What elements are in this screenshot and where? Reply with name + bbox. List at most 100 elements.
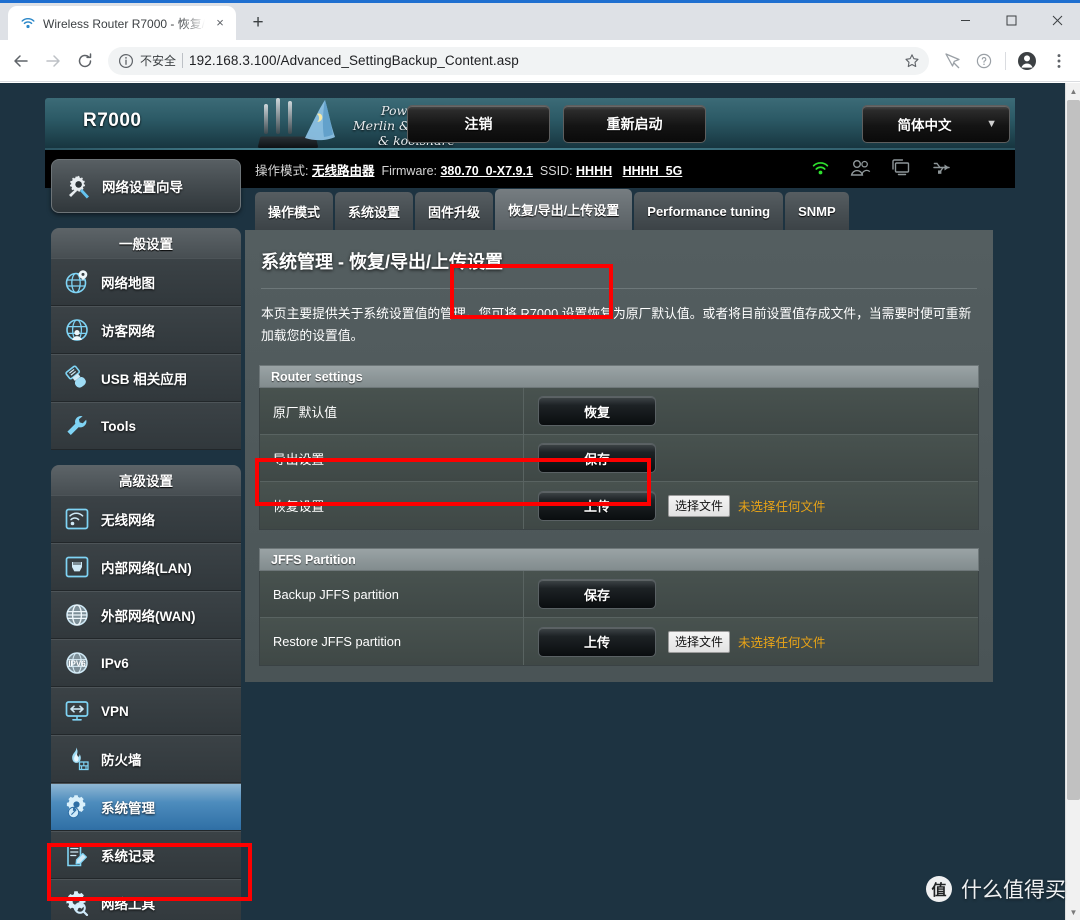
users-icon[interactable] xyxy=(850,159,871,176)
ssid-5g[interactable]: HHHH_5G xyxy=(623,164,683,178)
usb-icon[interactable] xyxy=(931,159,953,176)
scroll-down-icon[interactable]: ▼ xyxy=(1066,904,1080,920)
status-text: 操作模式: 无线路由器 Firmware: 380.70_0-X7.9.1 SS… xyxy=(255,160,682,179)
network-tools-icon xyxy=(66,891,89,916)
sidebar-item-wireless[interactable]: 无线网络 xyxy=(51,495,241,543)
tab-restore-save-upload[interactable]: 恢复/导出/上传设置 xyxy=(495,189,633,230)
help-icon[interactable] xyxy=(969,46,999,76)
info-icon[interactable] xyxy=(118,53,134,69)
window-controls xyxy=(942,0,1080,40)
language-selector[interactable]: 简体中文 ▼ xyxy=(862,105,1010,143)
browser-tab[interactable]: Wireless Router R7000 - 恢复/ × xyxy=(8,6,236,40)
tab-performance-tuning[interactable]: Performance tuning xyxy=(634,192,784,230)
tab-system-settings[interactable]: 系统设置 xyxy=(335,192,414,230)
sidebar-item-administration[interactable]: 系统管理 xyxy=(51,783,241,831)
title-divider xyxy=(261,288,977,289)
sidebar-item-label: USB 相关应用 xyxy=(101,372,188,387)
star-icon[interactable] xyxy=(899,48,925,74)
sidebar-item-vpn[interactable]: VPN xyxy=(51,687,241,735)
restore-settings-upload-button[interactable]: 上传 xyxy=(538,490,656,521)
sidebar-group-advanced: 高级设置 无线网络 内部网络(LAN) 外部网络(WAN) IPV6 IPv6 … xyxy=(51,465,241,920)
browser-toolbar: 不安全 192.168.3.100/Advanced_SettingBackup… xyxy=(0,40,1080,82)
sidebar-item-label: 网络设置向导 xyxy=(102,180,183,195)
sidebar-item-wan[interactable]: 外部网络(WAN) xyxy=(51,591,241,639)
system-log-icon xyxy=(67,843,87,867)
omnibox-divider xyxy=(182,53,184,68)
router-settings-table: 原厂默认值 恢复 导出设置 保存 恢复设置 上传 选择文件 未选择任何文件 xyxy=(259,387,979,530)
firmware-label: Firmware: xyxy=(381,164,437,178)
sidebar-item-label: 系统记录 xyxy=(101,849,155,864)
choose-file-button[interactable]: 选择文件 xyxy=(668,630,731,653)
administration-gear-icon xyxy=(66,795,86,819)
sidebar-item-network-tools[interactable]: 网络工具 xyxy=(51,879,241,920)
profile-icon[interactable] xyxy=(1012,46,1042,76)
minimize-button[interactable] xyxy=(942,0,988,40)
sidebar-item-firewall[interactable]: 防火墙 xyxy=(51,735,241,783)
tab-operation-mode[interactable]: 操作模式 xyxy=(255,192,334,230)
reload-button[interactable] xyxy=(70,46,100,76)
backup-jffs-save-button[interactable]: 保存 xyxy=(538,579,656,609)
cursor-icon[interactable] xyxy=(937,46,967,76)
scroll-up-icon[interactable]: ▲ xyxy=(1066,83,1080,99)
back-button[interactable] xyxy=(6,46,36,76)
close-window-button[interactable] xyxy=(1034,0,1080,40)
sidebar-item-label: 网络工具 xyxy=(101,897,155,912)
usb-app-icon xyxy=(65,365,86,388)
page-scrollbar[interactable]: ▲ ▼ xyxy=(1065,83,1080,920)
sidebar-item-label: VPN xyxy=(101,703,129,719)
logout-button[interactable]: 注销 xyxy=(407,105,550,143)
sidebar-item-label: 内部网络(LAN) xyxy=(101,561,192,576)
svg-text:IPV6: IPV6 xyxy=(68,659,86,668)
firewall-flame-icon xyxy=(72,747,89,771)
devices-icon[interactable] xyxy=(891,159,911,176)
row-controls: 保存 xyxy=(524,579,978,609)
table-row: 恢复设置 上传 选择文件 未选择任何文件 xyxy=(260,482,978,529)
page-title: 系统管理 - 恢复/导出/上传设置 xyxy=(261,252,503,272)
language-label: 简体中文 xyxy=(897,118,952,133)
close-icon[interactable]: × xyxy=(212,15,228,31)
sidebar-item-lan[interactable]: 内部网络(LAN) xyxy=(51,543,241,591)
sidebar-item-wizard[interactable]: 网络设置向导 xyxy=(51,159,241,213)
router-content: 操作模式 系统设置 固件升级 恢复/导出/上传设置 Performance tu… xyxy=(245,188,1015,682)
sidebar-item-network-map[interactable]: 网络地图 xyxy=(51,258,241,306)
tab-firmware-upgrade[interactable]: 固件升级 xyxy=(415,192,494,230)
sidebar-item-ipv6[interactable]: IPV6 IPv6 xyxy=(51,639,241,687)
firmware-value[interactable]: 380.70_0-X7.9.1 xyxy=(440,164,532,178)
url-text[interactable]: 192.168.3.100/Advanced_SettingBackup_Con… xyxy=(189,53,893,68)
sidebar-item-system-log[interactable]: 系统记录 xyxy=(51,831,241,879)
sidebar-item-usb-application[interactable]: USB 相关应用 xyxy=(51,354,241,402)
op-mode-value[interactable]: 无线路由器 xyxy=(312,164,375,178)
jffs-file-input[interactable]: 选择文件 未选择任何文件 xyxy=(668,630,826,653)
ssid-2g[interactable]: HHHH xyxy=(576,164,612,178)
vpn-icon xyxy=(65,701,89,721)
forward-button[interactable] xyxy=(38,46,68,76)
chevron-down-icon: ▼ xyxy=(986,118,997,130)
address-bar[interactable]: 不安全 192.168.3.100/Advanced_SettingBackup… xyxy=(108,46,929,75)
network-map-icon xyxy=(65,270,88,294)
reboot-button[interactable]: 重新启动 xyxy=(563,105,706,143)
restore-jffs-upload-button[interactable]: 上传 xyxy=(538,626,656,657)
scrollbar-thumb[interactable] xyxy=(1067,100,1080,800)
factory-default-restore-button[interactable]: 恢复 xyxy=(538,396,656,426)
ipv6-icon: IPV6 xyxy=(66,652,88,674)
op-mode-label: 操作模式: xyxy=(255,164,309,178)
settings-file-input[interactable]: 选择文件 未选择任何文件 xyxy=(668,494,826,517)
lan-icon xyxy=(65,556,89,578)
section-heading-jffs-partition: JFFS Partition xyxy=(259,548,979,571)
export-settings-save-button[interactable]: 保存 xyxy=(538,443,656,473)
section-heading-router-settings: Router settings xyxy=(259,365,979,388)
router-admin-ui: R7000 Powered by Merlin & Vortex & kools… xyxy=(45,98,1015,920)
wifi-icon[interactable] xyxy=(811,159,830,176)
sidebar-item-guest-network[interactable]: 访客网络 xyxy=(51,306,241,354)
choose-file-button[interactable]: 选择文件 xyxy=(668,494,731,517)
tab-snmp[interactable]: SNMP xyxy=(785,192,849,230)
sidebar-item-tools[interactable]: Tools xyxy=(51,402,241,450)
sidebar-item-label: IPv6 xyxy=(101,655,129,671)
row-controls: 恢复 xyxy=(524,396,978,426)
maximize-button[interactable] xyxy=(988,0,1034,40)
sidebar-group-title: 一般设置 xyxy=(51,228,241,258)
new-tab-button[interactable]: + xyxy=(244,9,272,37)
menu-icon[interactable] xyxy=(1044,46,1074,76)
table-row: 原厂默认值 恢复 xyxy=(260,387,978,435)
watermark-text: 什么值得买 xyxy=(961,879,1066,902)
